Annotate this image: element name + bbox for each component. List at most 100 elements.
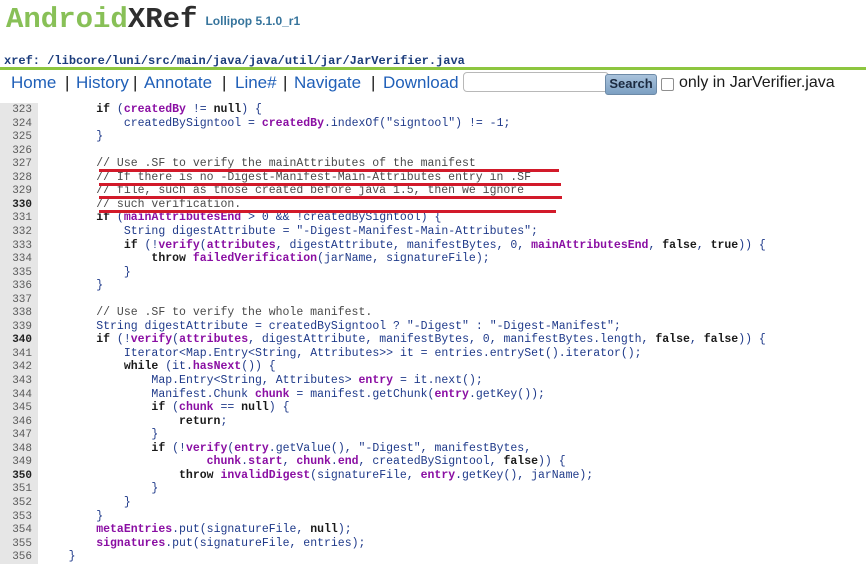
source-code-view: 323 if (createdBy != null) {324 createdB… — [0, 98, 866, 580]
code-text: signatures.put(signatureFile, entries); — [96, 536, 366, 550]
line-number[interactable]: 352 — [0, 495, 38, 510]
line-number[interactable]: 341 — [0, 346, 38, 361]
line-number[interactable]: 338 — [0, 306, 38, 321]
code-line: 354 metaEntries.put(signatureFile, null)… — [0, 523, 866, 538]
code-line: 339 String digestAttribute = createdBySi… — [0, 319, 866, 334]
line-number[interactable]: 327 — [0, 157, 38, 172]
nav-line-number-link[interactable]: Line# — [235, 73, 277, 93]
code-line: 324 createdBySigntool = createdBy.indexO… — [0, 116, 866, 131]
line-number[interactable]: 354 — [0, 523, 38, 538]
code-line: 336 } — [0, 279, 866, 294]
line-number[interactable]: 335 — [0, 265, 38, 280]
nav-separator: | — [222, 73, 227, 92]
code-text: if (!verify(attributes, digestAttribute,… — [123, 238, 766, 252]
line-number[interactable]: 342 — [0, 360, 38, 375]
code-line: 350 throw invalidDigest(signatureFile, e… — [0, 468, 866, 483]
code-text: if (chunk == null) { — [151, 401, 290, 415]
code-text: createdBySigntool = createdBy.indexOf("s… — [123, 116, 511, 130]
code-text: // Use .SF to verify the whole manifest. — [96, 306, 373, 320]
line-number[interactable]: 331 — [0, 211, 38, 226]
version-label[interactable]: Lollipop 5.1.0_r1 — [205, 14, 300, 28]
red-underline-annotation — [99, 182, 561, 186]
line-number[interactable]: 340 — [0, 333, 38, 348]
code-line: 353 } — [0, 509, 866, 524]
code-line: 323 if (createdBy != null) { — [0, 103, 866, 117]
nav-download-link[interactable]: Download — [383, 73, 459, 93]
code-line: 343 Map.Entry<String, Attributes> entry … — [0, 374, 866, 388]
line-number[interactable]: 343 — [0, 374, 38, 388]
red-underline-annotation — [99, 209, 556, 213]
code-text: String digestAttribute = "-Digest-Manife… — [123, 224, 538, 238]
line-number[interactable]: 330 — [0, 197, 38, 212]
line-number[interactable]: 336 — [0, 279, 38, 294]
code-line: 356 } — [0, 550, 866, 565]
code-text: } — [41, 550, 76, 564]
code-line: 348 if (!verify(entry.getValue(), "-Dige… — [0, 441, 866, 456]
line-number[interactable]: 355 — [0, 536, 38, 551]
code-line: 338 // Use .SF to verify the whole manif… — [0, 306, 866, 321]
line-number[interactable]: 345 — [0, 401, 38, 416]
line-number[interactable]: 356 — [0, 550, 38, 565]
code-text: throw invalidDigest(signatureFile, entry… — [179, 468, 594, 482]
nav-annotate-link[interactable]: Annotate — [144, 73, 212, 93]
code-text: if (!verify(entry.getValue(), "-Digest",… — [151, 441, 532, 455]
code-text: Map.Entry<String, Attributes> entry = it… — [151, 374, 483, 387]
only-in-file-checkbox[interactable] — [661, 78, 674, 91]
nav-separator: | — [283, 73, 288, 92]
code-line: 352 } — [0, 495, 866, 510]
line-number[interactable]: 333 — [0, 238, 38, 253]
code-line: 335 } — [0, 265, 866, 280]
code-line: 345 if (chunk == null) { — [0, 401, 866, 416]
code-text: if (!verify(attributes, digestAttribute,… — [96, 333, 766, 347]
code-line: 342 while (it.hasNext()) { — [0, 360, 866, 375]
code-line: 340 if (!verify(attributes, digestAttrib… — [0, 333, 866, 348]
breadcrumb: xref: /libcore/luni/src/main/java/java/u… — [4, 54, 465, 68]
search-input[interactable] — [463, 72, 609, 92]
code-line: 347 } — [0, 428, 866, 443]
line-number[interactable]: 348 — [0, 441, 38, 456]
code-text: } — [41, 279, 104, 293]
nav-separator: | — [65, 73, 70, 92]
line-number[interactable]: 353 — [0, 509, 38, 524]
line-number[interactable]: 334 — [0, 252, 38, 267]
search-button[interactable]: Search — [605, 74, 657, 95]
line-number[interactable]: 344 — [0, 387, 38, 402]
line-number[interactable]: 350 — [0, 468, 38, 483]
file-path-link[interactable]: /libcore/luni/src/main/java/java/util/ja… — [47, 54, 465, 68]
code-line: 326 — [0, 143, 866, 158]
xref-label: xref: — [4, 54, 41, 68]
line-number[interactable]: 324 — [0, 116, 38, 131]
code-text: } — [41, 265, 131, 279]
code-line: 341 Iterator<Map.Entry<String, Attribute… — [0, 346, 866, 361]
code-text: return; — [179, 414, 228, 428]
code-text: if (createdBy != null) { — [96, 103, 262, 116]
line-number[interactable]: 351 — [0, 482, 38, 497]
line-number[interactable]: 347 — [0, 428, 38, 443]
nav-home-link[interactable]: Home — [11, 73, 56, 93]
nav-navigate-link[interactable]: Navigate — [294, 73, 361, 93]
line-number[interactable]: 339 — [0, 319, 38, 334]
code-line: 355 signatures.put(signatureFile, entrie… — [0, 536, 866, 551]
code-line: 333 if (!verify(attributes, digestAttrib… — [0, 238, 866, 253]
line-number[interactable]: 323 — [0, 103, 38, 117]
code-text: } — [41, 495, 131, 509]
line-number[interactable]: 329 — [0, 184, 38, 199]
code-text: } — [41, 428, 159, 442]
code-line: 337 — [0, 292, 866, 307]
code-line: 349 chunk.start, chunk.end, createdBySig… — [0, 455, 866, 470]
line-number[interactable]: 337 — [0, 292, 38, 307]
code-line: 351 } — [0, 482, 866, 497]
code-line: 334 throw failedVerification(jarName, si… — [0, 252, 866, 267]
line-number[interactable]: 326 — [0, 143, 38, 158]
line-number[interactable]: 349 — [0, 455, 38, 470]
line-number[interactable]: 328 — [0, 170, 38, 185]
androidxref-logo[interactable]: AndroidXRef Lollipop 5.1.0_r1 — [6, 3, 300, 39]
line-number[interactable]: 325 — [0, 130, 38, 145]
code-text: String digestAttribute = createdBySignto… — [96, 319, 621, 333]
line-number[interactable]: 346 — [0, 414, 38, 429]
code-text: Iterator<Map.Entry<String, Attributes>> … — [123, 346, 642, 360]
code-text: if (mainAttributesEnd > 0 && !createdByS… — [96, 211, 442, 225]
line-number[interactable]: 332 — [0, 224, 38, 239]
red-underline-annotation — [99, 196, 562, 200]
nav-history-link[interactable]: History — [76, 73, 129, 93]
